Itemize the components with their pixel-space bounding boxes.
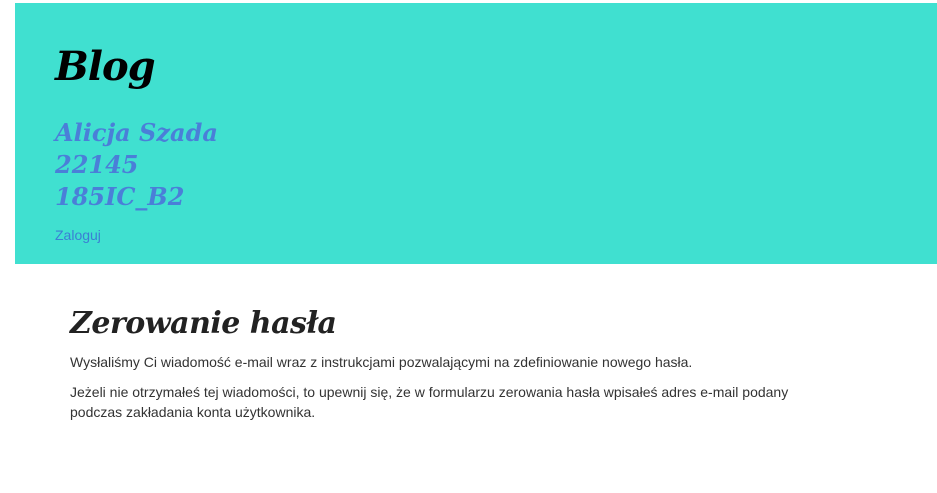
author-group: 185IC_B2	[55, 182, 185, 211]
blog-title[interactable]: Blog	[55, 41, 156, 93]
help-message: Jeżeli nie otrzymałeś tej wiadomości, to…	[70, 384, 789, 420]
login-link[interactable]: Zaloguj	[55, 227, 101, 243]
page-header: Blog Alicja Szada 22145 185IC_B2 Zaloguj	[15, 3, 937, 264]
author-name: Alicja Szada	[55, 118, 218, 147]
confirmation-message: Wysłaliśmy Ci wiadomość e-mail wraz z in…	[70, 354, 693, 370]
author-id: 22145	[55, 150, 139, 179]
page-title: Zerowanie hasła	[70, 306, 337, 341]
main-content: Zerowanie hasła Wysłaliśmy Ci wiadomość …	[70, 300, 830, 422]
author-info: Alicja Szada 22145 185IC_B2	[55, 117, 218, 213]
